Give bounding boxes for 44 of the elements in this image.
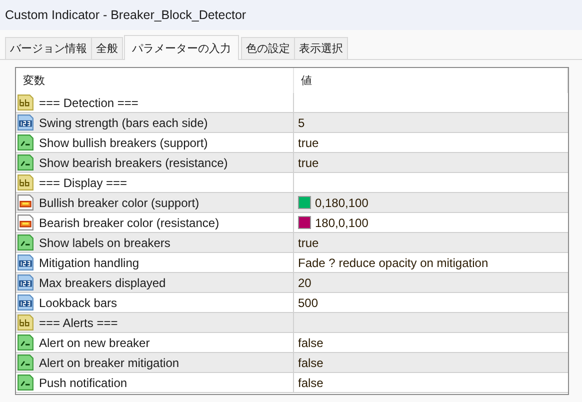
parameter-value[interactable]: 0,180,100 bbox=[315, 196, 368, 210]
parameter-name: Swing strength (bars each side) bbox=[39, 116, 208, 130]
text-type-icon bbox=[17, 314, 34, 331]
parameter-value[interactable]: 500 bbox=[298, 296, 318, 310]
parameter-name: Alert on new breaker bbox=[39, 336, 150, 350]
tab[interactable]: 表示選択 bbox=[294, 37, 348, 59]
parameter-name: Show bearish breakers (resistance) bbox=[39, 156, 228, 170]
parameter-value[interactable]: 20 bbox=[298, 276, 312, 290]
parameter-name: Show labels on breakers bbox=[39, 236, 170, 250]
text-type-icon bbox=[17, 94, 34, 111]
tab[interactable]: パラメーターの入力 bbox=[124, 35, 239, 60]
parameter-name: Bullish breaker color (support) bbox=[39, 196, 200, 210]
parameter-value[interactable]: true bbox=[298, 136, 319, 150]
parameter-value[interactable]: 180,0,100 bbox=[315, 216, 368, 230]
column-header[interactable]: 変数 bbox=[16, 68, 294, 93]
parameter-value[interactable]: false bbox=[298, 336, 324, 350]
parameter-value[interactable]: true bbox=[298, 156, 319, 170]
toggle-type-icon bbox=[17, 374, 34, 391]
toggle-type-icon bbox=[17, 354, 34, 371]
parameter-name: Push notification bbox=[39, 376, 128, 390]
parameter-value[interactable]: Fade ? reduce opacity on mitigation bbox=[298, 256, 488, 270]
parameter-value[interactable]: 5 bbox=[298, 116, 305, 130]
parameter-value[interactable]: false bbox=[298, 356, 324, 370]
tab[interactable]: 全般 bbox=[91, 37, 123, 59]
toggle-type-icon bbox=[17, 134, 34, 151]
tab[interactable]: 色の設定 bbox=[241, 37, 295, 59]
parameter-name: Max breakers displayed bbox=[39, 276, 166, 290]
parameter-name: Mitigation handling bbox=[39, 256, 140, 270]
parameter-value[interactable]: false bbox=[298, 376, 324, 390]
tab[interactable]: バージョン情報 bbox=[5, 37, 92, 59]
toggle-type-icon bbox=[17, 334, 34, 351]
parameter-name: Alert on breaker mitigation bbox=[39, 356, 180, 370]
parameter-name: Show bullish breakers (support) bbox=[39, 136, 208, 150]
parameter-name: Bearish breaker color (resistance) bbox=[39, 216, 220, 230]
toggle-type-icon bbox=[17, 234, 34, 251]
parameter-value[interactable]: true bbox=[298, 236, 319, 250]
column-header[interactable]: 値 bbox=[294, 68, 568, 93]
parameter-name: === Display === bbox=[39, 176, 128, 190]
parameter-name: Lookback bars bbox=[39, 296, 118, 310]
toggle-type-icon bbox=[17, 154, 34, 171]
parameter-name: === Detection === bbox=[39, 96, 138, 110]
parameter-name: === Alerts === bbox=[39, 316, 118, 330]
text-type-icon bbox=[17, 174, 34, 191]
window-title: Custom Indicator - Breaker_Block_Detector bbox=[5, 8, 246, 22]
